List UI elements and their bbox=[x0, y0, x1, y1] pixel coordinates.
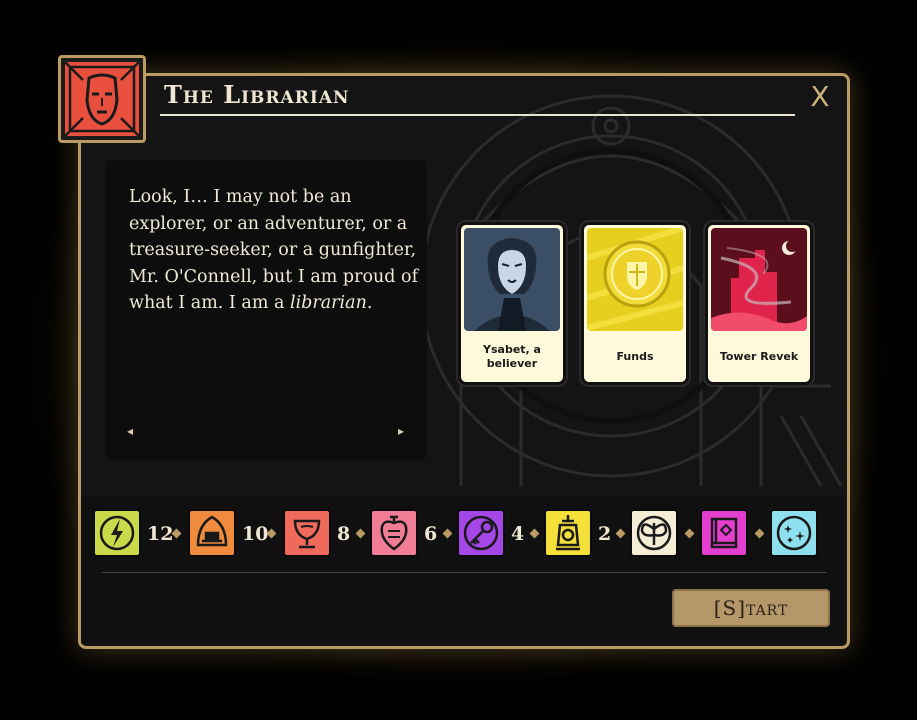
book-aspect-icon[interactable] bbox=[700, 509, 748, 557]
card-label: Tower Revek bbox=[719, 350, 799, 363]
key-aspect-icon[interactable] bbox=[457, 509, 505, 557]
stars-aspect-icon[interactable] bbox=[770, 509, 818, 557]
quote-text-main: Look, I… I may not be an explorer, or an… bbox=[129, 187, 419, 313]
card-ysabet[interactable]: Ysabet, a believer bbox=[458, 222, 566, 385]
separator-dot bbox=[442, 528, 453, 539]
aspect-count: 4 bbox=[511, 523, 525, 545]
moth-aspect-icon[interactable] bbox=[630, 509, 678, 557]
lightning-aspect-icon[interactable] bbox=[93, 509, 141, 557]
page-title: The Librarian bbox=[164, 80, 350, 109]
aspect-count: 8 bbox=[337, 523, 351, 545]
lantern-aspect-icon[interactable] bbox=[544, 509, 592, 557]
heart-aspect-icon[interactable] bbox=[370, 509, 418, 557]
portrait-woman-icon bbox=[464, 228, 560, 331]
start-button[interactable]: [S]tart bbox=[672, 589, 830, 627]
separator-dot bbox=[529, 528, 540, 539]
mask-icon bbox=[64, 61, 140, 137]
quote-panel: Look, I… I may not be an explorer, or an… bbox=[105, 160, 427, 460]
aspect-count: 6 bbox=[424, 523, 438, 545]
grail-aspect-icon[interactable] bbox=[283, 509, 331, 557]
red-tower-icon bbox=[711, 228, 807, 331]
close-button[interactable]: X bbox=[807, 82, 833, 112]
quote-text: Look, I… I may not be an explorer, or an… bbox=[129, 184, 419, 317]
gold-coin-icon bbox=[587, 228, 683, 331]
card-label: Funds bbox=[616, 350, 654, 363]
prev-page-arrow[interactable]: ◂ bbox=[127, 424, 133, 438]
quote-text-end: . bbox=[366, 293, 373, 313]
quote-text-emphasis: librarian bbox=[289, 293, 367, 313]
separator-dot bbox=[615, 528, 626, 539]
card-tower-revek[interactable]: Tower Revek bbox=[705, 222, 813, 385]
separator-dot bbox=[684, 528, 695, 539]
aspect-count: 2 bbox=[598, 523, 612, 545]
card-label: Ysabet, a believer bbox=[483, 343, 541, 370]
title-bar: The Librarian bbox=[160, 80, 795, 116]
aspect-count: 10 bbox=[242, 523, 269, 545]
forge-aspect-icon[interactable] bbox=[188, 509, 236, 557]
separator-dot bbox=[754, 528, 765, 539]
card-funds[interactable]: Funds bbox=[581, 222, 689, 385]
separator-dot bbox=[355, 528, 366, 539]
aspect-count: 12 bbox=[147, 523, 174, 545]
aspect-list: 12 10 8 6 4 2 bbox=[93, 509, 833, 561]
divider bbox=[102, 572, 827, 573]
next-page-arrow[interactable]: ▸ bbox=[398, 424, 404, 438]
character-portrait bbox=[58, 55, 146, 143]
